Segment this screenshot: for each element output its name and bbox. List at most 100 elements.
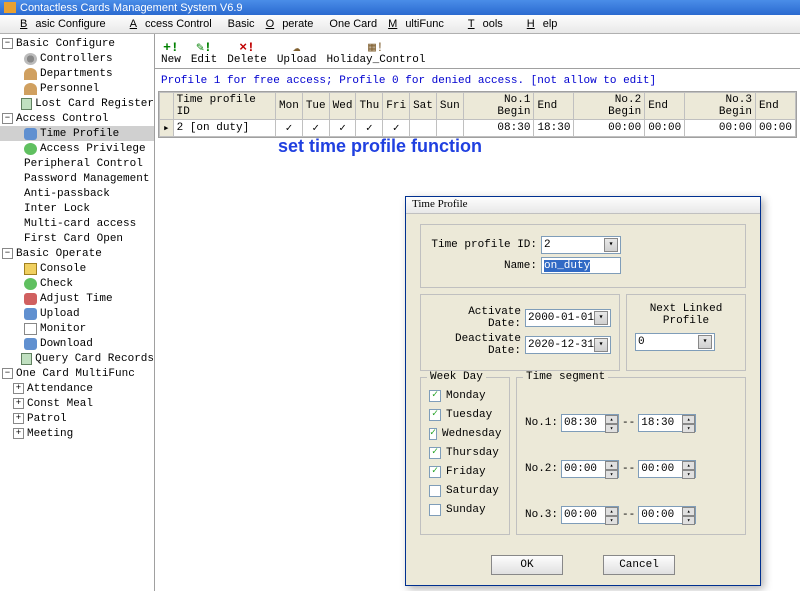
time-1-end[interactable]: 18:30▴▾ xyxy=(638,414,696,432)
tree-lost-card[interactable]: Lost Card Register xyxy=(35,98,154,110)
tree-controllers[interactable]: Controllers xyxy=(40,53,113,65)
collapse-icon[interactable]: − xyxy=(2,113,13,124)
col-thu[interactable]: Thu xyxy=(356,93,383,120)
expand-icon[interactable]: + xyxy=(13,428,24,439)
tree-first-card[interactable]: First Card Open xyxy=(24,233,123,245)
tree-time-profile[interactable]: Time Profile xyxy=(40,128,119,140)
tree-basic-configure[interactable]: Basic Configure xyxy=(16,38,115,50)
tree-basic-operate[interactable]: Basic Operate xyxy=(16,248,102,260)
tree-console[interactable]: Console xyxy=(40,263,86,275)
expand-icon[interactable]: + xyxy=(13,398,24,409)
tree-adjust-time[interactable]: Adjust Time xyxy=(40,293,113,305)
tree-meeting[interactable]: Meeting xyxy=(27,428,73,440)
time-3-end[interactable]: 00:00▴▾ xyxy=(638,506,696,524)
up-icon: ▴ xyxy=(605,461,618,470)
checkbox-saturday[interactable]: Saturday xyxy=(429,482,501,500)
col-wed[interactable]: Wed xyxy=(329,93,356,120)
menu-help[interactable]: Help xyxy=(511,16,566,32)
toolbar-upload[interactable]: ☁Upload xyxy=(277,40,317,66)
time-2-end[interactable]: 00:00▴▾ xyxy=(638,460,696,478)
tree-one-card[interactable]: One Card MultiFunc xyxy=(16,368,135,380)
tree-upload[interactable]: Upload xyxy=(40,308,80,320)
menu-one-card[interactable]: One Card MultiFunc xyxy=(321,16,451,32)
expand-icon[interactable]: + xyxy=(13,413,24,424)
tree-access-priv[interactable]: Access Privilege xyxy=(40,143,146,155)
time-1-start[interactable]: 08:30▴▾ xyxy=(561,414,619,432)
profile-grid[interactable]: Time profile ID Mon Tue Wed Thu Fri Sat … xyxy=(158,91,797,138)
checkbox-wednesday[interactable]: ✓Wednesday xyxy=(429,425,501,443)
tree-password-mgmt[interactable]: Password Management xyxy=(24,173,149,185)
deactivate-date-combo[interactable]: 2020-12-31▾ xyxy=(525,336,611,354)
toolbar-new[interactable]: +!New xyxy=(161,40,181,66)
menu-tools[interactable]: Tools xyxy=(452,16,511,32)
legend-time-segment: Time segment xyxy=(523,371,608,383)
legend-week-day: Week Day xyxy=(427,371,486,383)
tree-query[interactable]: Query Card Records xyxy=(35,353,154,365)
nav-tree[interactable]: −Basic Configure Controllers Departments… xyxy=(0,34,155,591)
info-text: Profile 1 for free access; Profile 0 for… xyxy=(155,69,800,91)
checkbox-friday[interactable]: ✓Friday xyxy=(429,463,501,481)
col-end3[interactable]: End xyxy=(755,93,795,120)
profile-id-combo[interactable]: 2▾ xyxy=(541,236,621,254)
tree-patrol[interactable]: Patrol xyxy=(27,413,67,425)
next-linked-combo[interactable]: 0▾ xyxy=(635,333,715,351)
content-area: +!New ✎!Edit ×!Delete ☁Upload ▦!Holiday_… xyxy=(155,34,800,591)
label-no3: No.3: xyxy=(525,509,558,521)
down-icon: ▾ xyxy=(682,424,695,433)
col-profile-id[interactable]: Time profile ID xyxy=(173,93,275,120)
col-tue[interactable]: Tue xyxy=(302,93,329,120)
label-deactivate: Deactivate Date: xyxy=(429,333,521,357)
time-3-start[interactable]: 00:00▴▾ xyxy=(561,506,619,524)
label-no1: No.1: xyxy=(525,417,558,429)
chevron-down-icon: ▾ xyxy=(698,335,712,349)
tree-multi-card[interactable]: Multi-card access xyxy=(24,218,136,230)
time-2-start[interactable]: 00:00▴▾ xyxy=(561,460,619,478)
expand-icon[interactable]: + xyxy=(13,383,24,394)
menu-basic-operate[interactable]: Basic Operate xyxy=(220,16,322,32)
toolbar-delete[interactable]: ×!Delete xyxy=(227,40,267,66)
col-sat[interactable]: Sat xyxy=(410,93,437,120)
tree-access-control[interactable]: Access Control xyxy=(16,113,108,125)
cell-b3: 00:00 xyxy=(685,120,756,137)
tree-personnel[interactable]: Personnel xyxy=(40,83,99,95)
cancel-button[interactable]: Cancel xyxy=(603,555,675,575)
tree-const-meal[interactable]: Const Meal xyxy=(27,398,93,410)
col-no2-begin[interactable]: No.2 Begin xyxy=(574,93,645,120)
tree-departments[interactable]: Departments xyxy=(40,68,113,80)
tree-download[interactable]: Download xyxy=(40,338,93,350)
ok-button[interactable]: OK xyxy=(491,555,563,575)
label-activate: Activate Date: xyxy=(429,306,521,330)
checkbox-monday[interactable]: ✓Monday xyxy=(429,387,501,405)
tree-peripheral[interactable]: Peripheral Control xyxy=(24,158,143,170)
menu-basic-configure[interactable]: Basic Configure xyxy=(4,16,114,32)
collapse-icon[interactable]: − xyxy=(2,38,13,49)
checkbox-thursday[interactable]: ✓Thursday xyxy=(429,444,501,462)
dialog-title: Time Profile xyxy=(406,197,760,214)
activate-date-combo[interactable]: 2000-01-01▾ xyxy=(525,309,611,327)
cell-fri: ✓ xyxy=(383,120,410,137)
collapse-icon[interactable]: − xyxy=(2,248,13,259)
col-no3-begin[interactable]: No.3 Begin xyxy=(685,93,756,120)
col-sun[interactable]: Sun xyxy=(436,93,463,120)
tree-attendance[interactable]: Attendance xyxy=(27,383,93,395)
toolbar-holiday[interactable]: ▦!Holiday_Control xyxy=(326,40,425,66)
checkbox-sunday[interactable]: Sunday xyxy=(429,501,501,519)
collapse-icon[interactable]: − xyxy=(2,368,13,379)
tree-check[interactable]: Check xyxy=(40,278,73,290)
checkbox-tuesday[interactable]: ✓Tuesday xyxy=(429,406,501,424)
menu-access-control[interactable]: Access Control xyxy=(114,16,220,32)
toolbar-edit[interactable]: ✎!Edit xyxy=(191,40,217,66)
table-row[interactable]: ▸ 2 [on duty] ✓ ✓ ✓ ✓ ✓ 08:30 18:30 00:0… xyxy=(160,120,796,137)
name-input[interactable]: on_duty xyxy=(541,257,621,274)
tree-monitor[interactable]: Monitor xyxy=(40,323,86,335)
down-icon: ▾ xyxy=(605,424,618,433)
lost-card-icon xyxy=(21,98,32,110)
col-no1-begin[interactable]: No.1 Begin xyxy=(463,93,534,120)
col-end1[interactable]: End xyxy=(534,93,574,120)
col-end2[interactable]: End xyxy=(645,93,685,120)
col-fri[interactable]: Fri xyxy=(383,93,410,120)
tree-inter-lock[interactable]: Inter Lock xyxy=(24,203,90,215)
tree-anti-passback[interactable]: Anti-passback xyxy=(24,188,110,200)
col-mon[interactable]: Mon xyxy=(276,93,303,120)
toolbar: +!New ✎!Edit ×!Delete ☁Upload ▦!Holiday_… xyxy=(155,34,800,69)
